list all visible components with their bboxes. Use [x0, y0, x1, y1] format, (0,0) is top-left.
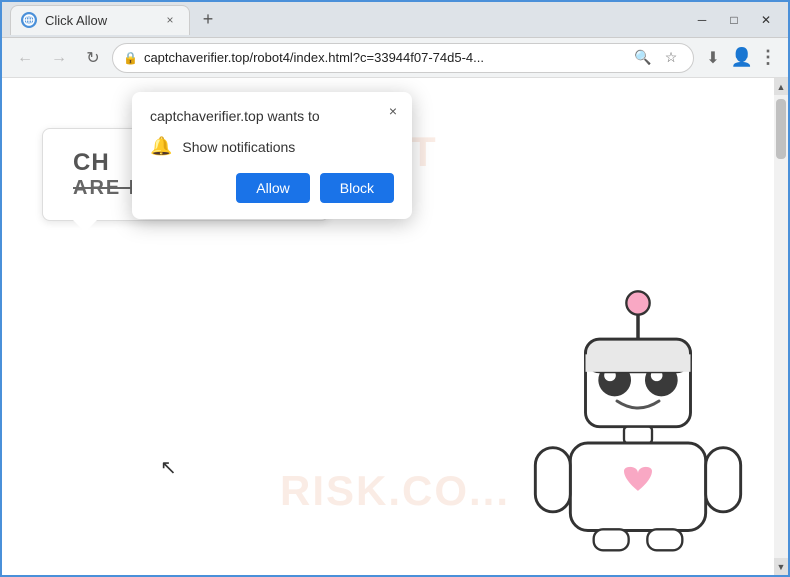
- dialog-permission: 🔔 Show notifications: [150, 136, 394, 157]
- robot-illustration: [518, 275, 758, 555]
- nav-right: ⬇ 👤 ⋮: [698, 43, 780, 73]
- forward-button[interactable]: →: [44, 43, 74, 73]
- menu-button[interactable]: ⋮: [756, 46, 780, 70]
- scroll-up-button[interactable]: ▲: [774, 78, 788, 95]
- content-area: PTT RISK.CO... CH ARE NOT A ROBOT!: [2, 78, 788, 575]
- address-icons: 🔍 ☆: [631, 46, 683, 70]
- scroll-thumb[interactable]: [776, 99, 786, 159]
- maximize-button[interactable]: □: [720, 6, 748, 34]
- mouse-cursor: ↖: [160, 455, 177, 480]
- reload-button[interactable]: ↻: [78, 43, 108, 73]
- tab-favicon: [21, 12, 37, 28]
- dialog-buttons: Allow Block: [150, 173, 394, 203]
- watermark-bottom: RISK.CO...: [280, 467, 510, 515]
- profile-icon[interactable]: 👤: [730, 46, 754, 70]
- bookmark-icon[interactable]: ☆: [659, 46, 683, 70]
- bell-icon: 🔔: [150, 136, 172, 157]
- title-bar: Click Allow × + ─ □ ✕: [2, 2, 788, 38]
- permission-text: Show notifications: [182, 139, 295, 155]
- address-bar[interactable]: 🔒 captchaverifier.top/robot4/index.html?…: [112, 43, 694, 73]
- lock-icon: 🔒: [123, 51, 138, 65]
- tab-title: Click Allow: [45, 13, 153, 28]
- address-text: captchaverifier.top/robot4/index.html?c=…: [144, 50, 625, 65]
- scrollbar[interactable]: ▲ ▼: [774, 78, 788, 575]
- browser-window: Click Allow × + ─ □ ✕ ← → ↻ 🔒 captchaver…: [2, 2, 788, 575]
- permission-dialog: × captchaverifier.top wants to 🔔 Show no…: [132, 92, 412, 219]
- scroll-down-button[interactable]: ▼: [774, 558, 788, 575]
- search-icon[interactable]: 🔍: [631, 46, 655, 70]
- tab-close-button[interactable]: ×: [161, 11, 179, 29]
- navigation-bar: ← → ↻ 🔒 captchaverifier.top/robot4/index…: [2, 38, 788, 78]
- browser-tab[interactable]: Click Allow ×: [10, 5, 190, 35]
- dialog-close-button[interactable]: ×: [382, 100, 404, 122]
- new-tab-button[interactable]: +: [194, 6, 222, 34]
- window-controls: ─ □ ✕: [688, 6, 780, 34]
- page-background: PTT RISK.CO... CH ARE NOT A ROBOT!: [2, 78, 788, 575]
- close-button[interactable]: ✕: [752, 6, 780, 34]
- minimize-button[interactable]: ─: [688, 6, 716, 34]
- block-button[interactable]: Block: [320, 173, 394, 203]
- allow-button[interactable]: Allow: [236, 173, 309, 203]
- dialog-site-text: captchaverifier.top wants to: [150, 108, 394, 124]
- download-icon[interactable]: ⬇: [698, 43, 728, 73]
- back-button[interactable]: ←: [10, 43, 40, 73]
